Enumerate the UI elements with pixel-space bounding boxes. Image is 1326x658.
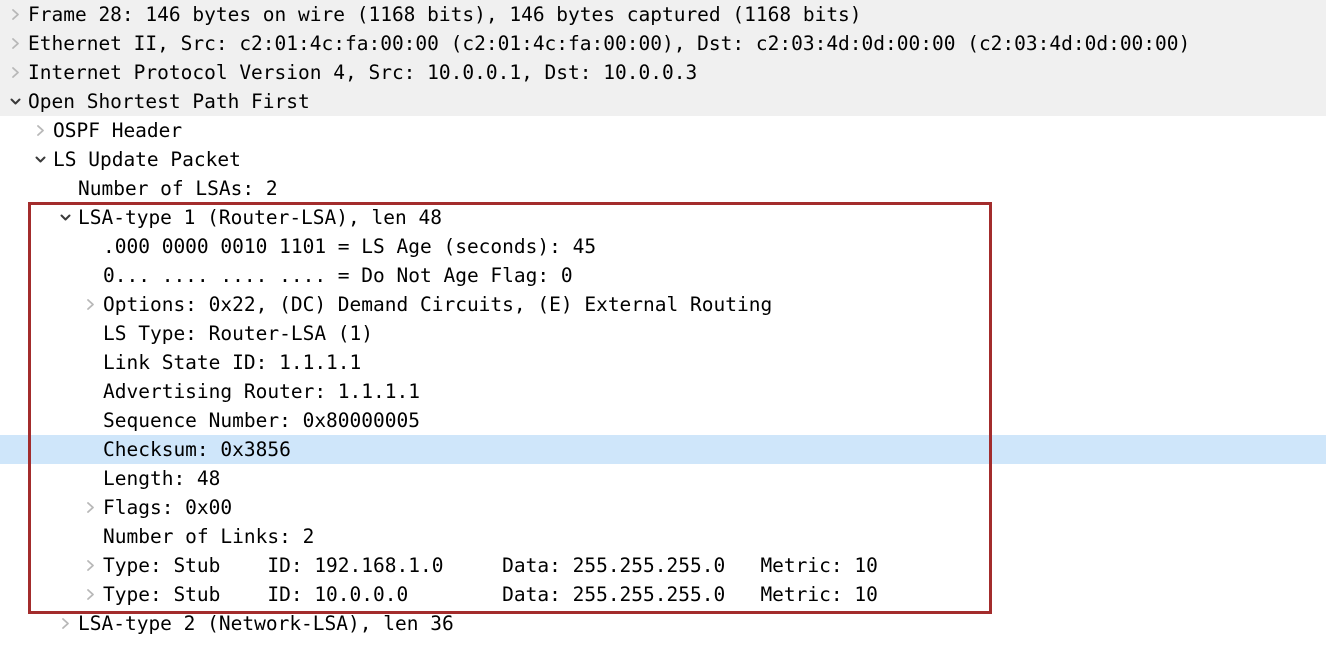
chevron-right-icon[interactable] bbox=[81, 580, 99, 609]
tree-row-do-not-age-flag[interactable]: 0... .... .... .... = Do Not Age Flag: 0 bbox=[0, 261, 1326, 290]
tree-row-label-ls-age: .000 0000 0010 1101 = LS Age (seconds): … bbox=[103, 235, 597, 258]
chevron-down-icon[interactable] bbox=[31, 145, 49, 174]
tree-row-label-checksum: Checksum: 0x3856 bbox=[103, 438, 291, 461]
tree-row-label-lsa-type-1: LSA-type 1 (Router-LSA), len 48 bbox=[78, 206, 442, 229]
tree-row-lsa-type-1[interactable]: LSA-type 1 (Router-LSA), len 48 bbox=[0, 203, 1326, 232]
tree-row-ethernet[interactable]: Ethernet II, Src: c2:01:4c:fa:00:00 (c2:… bbox=[0, 29, 1326, 58]
tree-row-label-ospf-header: OSPF Header bbox=[53, 119, 183, 142]
tree-row-ospf-header[interactable]: OSPF Header bbox=[0, 116, 1326, 145]
tree-row-link-stub-1[interactable]: Type: Stub ID: 192.168.1.0 Data: 255.255… bbox=[0, 551, 1326, 580]
tree-row-label-link-state-id: Link State ID: 1.1.1.1 bbox=[103, 351, 362, 374]
tree-row-ls-age[interactable]: .000 0000 0010 1101 = LS Age (seconds): … bbox=[0, 232, 1326, 261]
chevron-right-icon[interactable] bbox=[6, 29, 24, 58]
chevron-down-icon[interactable] bbox=[56, 203, 74, 232]
chevron-down-icon[interactable] bbox=[6, 87, 24, 116]
tree-row-sequence-number[interactable]: Sequence Number: 0x80000005 bbox=[0, 406, 1326, 435]
tree-row-ospf[interactable]: Open Shortest Path First bbox=[0, 87, 1326, 116]
tree-row-label-frame: Frame 28: 146 bytes on wire (1168 bits),… bbox=[28, 3, 862, 26]
tree-row-ls-update-packet[interactable]: LS Update Packet bbox=[0, 145, 1326, 174]
tree-row-label-flags: Flags: 0x00 bbox=[103, 496, 233, 519]
tree-row-label-ospf: Open Shortest Path First bbox=[28, 90, 310, 113]
tree-row-number-of-lsas[interactable]: Number of LSAs: 2 bbox=[0, 174, 1326, 203]
tree-row-label-ls-type: LS Type: Router-LSA (1) bbox=[103, 322, 374, 345]
tree-row-link-stub-2[interactable]: Type: Stub ID: 10.0.0.0 Data: 255.255.25… bbox=[0, 580, 1326, 609]
tree-row-label-ethernet: Ethernet II, Src: c2:01:4c:fa:00:00 (c2:… bbox=[28, 32, 1191, 55]
chevron-right-icon[interactable] bbox=[6, 58, 24, 87]
chevron-right-icon[interactable] bbox=[81, 290, 99, 319]
tree-row-label-length: Length: 48 bbox=[103, 467, 221, 490]
tree-row-options[interactable]: Options: 0x22, (DC) Demand Circuits, (E)… bbox=[0, 290, 1326, 319]
packet-details-tree[interactable]: Frame 28: 146 bytes on wire (1168 bits),… bbox=[0, 0, 1326, 658]
tree-row-frame[interactable]: Frame 28: 146 bytes on wire (1168 bits),… bbox=[0, 0, 1326, 29]
tree-row-label-lsa-type-2: LSA-type 2 (Network-LSA), len 36 bbox=[78, 612, 454, 635]
tree-row-number-of-links[interactable]: Number of Links: 2 bbox=[0, 522, 1326, 551]
tree-row-label-number-of-links: Number of Links: 2 bbox=[103, 525, 315, 548]
tree-row-link-state-id[interactable]: Link State ID: 1.1.1.1 bbox=[0, 348, 1326, 377]
chevron-right-icon[interactable] bbox=[6, 0, 24, 29]
tree-row-label-sequence-number: Sequence Number: 0x80000005 bbox=[103, 409, 420, 432]
tree-row-label-ipv4: Internet Protocol Version 4, Src: 10.0.0… bbox=[28, 61, 698, 84]
tree-row-ls-type[interactable]: LS Type: Router-LSA (1) bbox=[0, 319, 1326, 348]
tree-row-checksum[interactable]: Checksum: 0x3856 bbox=[0, 435, 1326, 464]
chevron-right-icon[interactable] bbox=[56, 609, 74, 638]
tree-row-label-ls-update-packet: LS Update Packet bbox=[53, 148, 241, 171]
tree-row-label-link-stub-1: Type: Stub ID: 192.168.1.0 Data: 255.255… bbox=[103, 554, 878, 577]
tree-row-length[interactable]: Length: 48 bbox=[0, 464, 1326, 493]
tree-row-label-link-stub-2: Type: Stub ID: 10.0.0.0 Data: 255.255.25… bbox=[103, 583, 878, 606]
tree-row-label-number-of-lsas: Number of LSAs: 2 bbox=[78, 177, 278, 200]
tree-row-label-advertising-router: Advertising Router: 1.1.1.1 bbox=[103, 380, 420, 403]
tree-row-label-options: Options: 0x22, (DC) Demand Circuits, (E)… bbox=[103, 293, 773, 316]
tree-row-advertising-router[interactable]: Advertising Router: 1.1.1.1 bbox=[0, 377, 1326, 406]
tree-row-lsa-type-2[interactable]: LSA-type 2 (Network-LSA), len 36 bbox=[0, 609, 1326, 638]
tree-row-ipv4[interactable]: Internet Protocol Version 4, Src: 10.0.0… bbox=[0, 58, 1326, 87]
tree-row-label-do-not-age-flag: 0... .... .... .... = Do Not Age Flag: 0 bbox=[103, 264, 573, 287]
chevron-right-icon[interactable] bbox=[81, 551, 99, 580]
chevron-right-icon[interactable] bbox=[31, 116, 49, 145]
tree-row-flags[interactable]: Flags: 0x00 bbox=[0, 493, 1326, 522]
chevron-right-icon[interactable] bbox=[81, 493, 99, 522]
